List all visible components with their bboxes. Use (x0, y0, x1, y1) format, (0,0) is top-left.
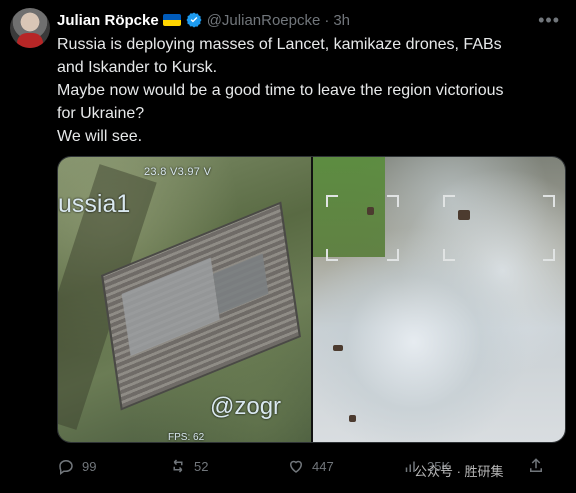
header-separator: · (324, 11, 330, 29)
tweet-card: Julian Röpcke @JulianRoepcke · 3h ••• Ru… (0, 0, 576, 493)
target-bracket (326, 249, 338, 261)
timestamp[interactable]: 3h (333, 12, 350, 29)
osd-label: ussia1 (58, 190, 131, 218)
target-bracket (543, 249, 555, 261)
drone-video-left[interactable]: 23.8 V3.97 V ussia1 @zogr FPS: 62 (58, 157, 312, 442)
tweet-line: Russia is deploying masses of Lancet, ka… (57, 36, 502, 53)
tweet-line: We will see. (57, 128, 143, 145)
ground-marker (367, 207, 374, 215)
share-icon (530, 458, 542, 472)
retweet-button[interactable]: 52 (169, 457, 208, 475)
target-bracket (443, 195, 455, 207)
ground-marker (349, 415, 356, 422)
drone-video-right[interactable] (313, 157, 565, 442)
ground-marker (458, 210, 470, 220)
avatar[interactable] (10, 8, 50, 48)
more-icon[interactable]: ••• (538, 10, 560, 31)
fps-readout: FPS: 62 (168, 432, 205, 443)
tweet-line: and Iskander to Kursk. (57, 59, 218, 76)
target-bracket (443, 249, 455, 261)
retweet-count: 52 (194, 458, 209, 474)
target-bracket (543, 195, 555, 207)
author-name[interactable]: Julian Röpcke (57, 12, 159, 29)
reply-icon (59, 459, 73, 475)
green-field (313, 157, 385, 257)
target-bracket (326, 195, 338, 207)
reply-count: 99 (82, 458, 97, 474)
target-bracket (387, 195, 399, 207)
tweet-media[interactable]: 23.8 V3.97 V ussia1 @zogr FPS: 62 (57, 156, 566, 443)
tweet-line: Maybe now would be a good time to leave … (57, 82, 504, 99)
wechat-watermark: 公众号 · 胜研集 (414, 464, 504, 479)
tweet-line: for Ukraine? (57, 105, 145, 122)
tweet-header: Julian Röpcke @JulianRoepcke · 3h (57, 10, 350, 30)
osd-readout: 23.8 V3.97 V (144, 166, 212, 178)
like-button[interactable]: 447 (287, 457, 334, 475)
reply-button[interactable]: 99 (57, 457, 96, 475)
like-count: 447 (312, 458, 334, 474)
verified-badge-icon (186, 12, 202, 28)
ground-marker (333, 345, 343, 351)
author-handle[interactable]: @JulianRoepcke (207, 12, 321, 29)
share-button[interactable] (527, 457, 545, 475)
video-watermark: @zogr (210, 393, 282, 420)
target-bracket (387, 249, 399, 261)
heart-icon (289, 460, 303, 473)
ukraine-flag-icon (162, 14, 181, 26)
tweet-text: Russia is deploying masses of Lancet, ka… (57, 33, 562, 148)
retweet-icon (173, 459, 183, 473)
